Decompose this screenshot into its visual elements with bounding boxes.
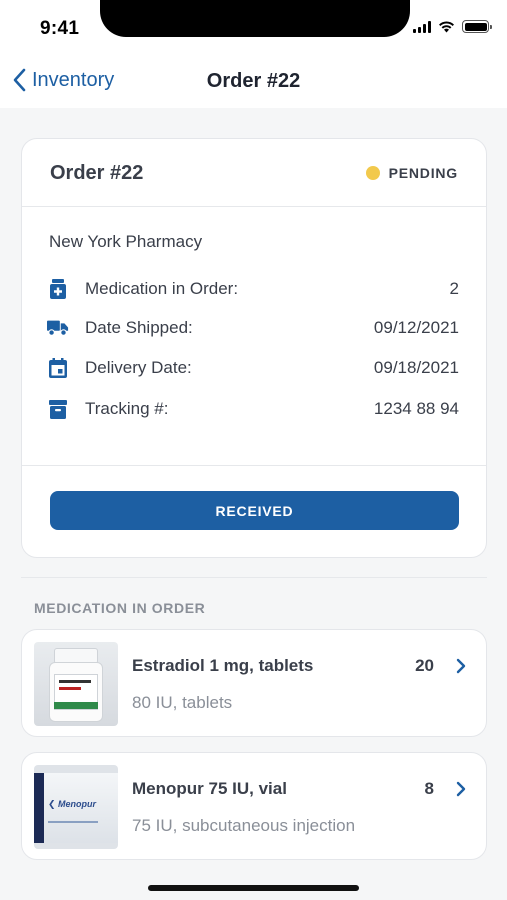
medication-detail: 80 IU, tablets [132, 693, 233, 712]
status-dot-icon [365, 166, 380, 180]
medication-detail: 75 IU, subcutaneous injection [132, 816, 356, 835]
home-indicator[interactable] [148, 885, 359, 891]
info-row-tracking: Tracking #: 1234 88 94 [47, 396, 459, 422]
medication-list-item[interactable]: Estradiol 1 mg, tablets 80 IU, tablets 2… [21, 629, 487, 737]
battery-icon [462, 20, 492, 33]
divider [21, 577, 487, 578]
order-card: Order #22 PENDING New York Pharmacy Medi… [21, 138, 487, 558]
divider [22, 465, 486, 466]
medication-name: Estradiol 1 mg, tablets [132, 656, 314, 675]
info-label: Medication in Order: [85, 279, 239, 298]
wifi-icon [439, 21, 454, 33]
pharmacy-name: New York Pharmacy [49, 232, 203, 251]
medication-quantity: 8 [424, 779, 434, 798]
status-bar: 9:41 [0, 0, 507, 56]
status-text: PENDING [388, 165, 458, 181]
info-label: Date Shipped: [85, 318, 193, 337]
status-time: 9:41 [40, 18, 80, 39]
order-title: Order #22 [50, 162, 144, 184]
calendar-icon [47, 357, 69, 379]
status-icons [413, 20, 492, 33]
medication-name: Menopur 75 IU, vial [132, 779, 287, 798]
page-title: Order #22 [206, 70, 301, 92]
chevron-right-icon [456, 658, 466, 674]
info-label: Delivery Date: [85, 358, 192, 377]
device-notch [100, 0, 410, 37]
order-card-header: Order #22 PENDING [22, 139, 486, 207]
info-row-medication-count: Medication in Order: 2 [47, 276, 459, 302]
info-row-delivery-date: Delivery Date: 09/18/2021 [47, 355, 459, 381]
archive-box-icon [47, 398, 69, 420]
info-value: 1234 88 94 [373, 399, 459, 418]
medication-icon [47, 278, 69, 300]
pill-bottle-thumbnail [34, 642, 118, 726]
info-value: 2 [449, 279, 459, 298]
info-value: 09/18/2021 [373, 358, 459, 377]
medication-list-item[interactable]: ❮ Menopur Menopur 75 IU, vial 75 IU, sub… [21, 752, 487, 860]
section-title: MEDICATION IN ORDER [34, 600, 206, 616]
medicine-box-thumbnail: ❮ Menopur [34, 765, 118, 849]
info-label: Tracking #: [85, 399, 169, 418]
cellular-signal-icon [413, 20, 431, 33]
truck-icon [47, 317, 69, 339]
medication-quantity: 20 [415, 656, 434, 675]
status-badge: PENDING [365, 165, 458, 181]
info-value: 09/12/2021 [373, 318, 459, 337]
received-button[interactable]: RECEIVED [50, 491, 459, 530]
chevron-right-icon [456, 781, 466, 797]
info-row-date-shipped: Date Shipped: 09/12/2021 [47, 315, 459, 341]
nav-bar: Inventory Order #22 [0, 56, 507, 108]
